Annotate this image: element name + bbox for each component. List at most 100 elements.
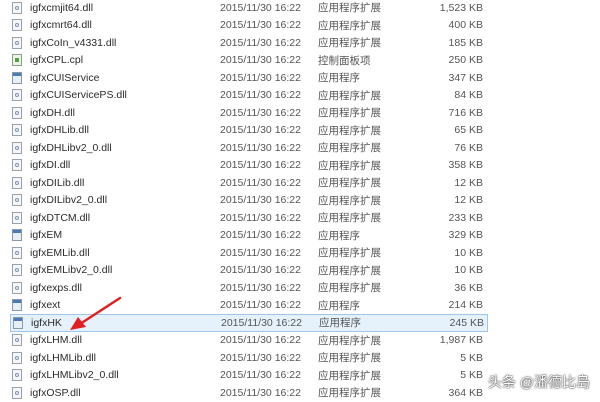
file-row[interactable]: igfxcmjit64.dll 2015/11/30 16:22 应用程序扩展 1,5…	[10, 0, 488, 17]
file-type: 应用程序扩展	[318, 334, 381, 347]
file-name[interactable]: igfxcmrt64.dll	[30, 19, 220, 31]
file-type: 应用程序扩展	[318, 124, 381, 137]
file-modified-date: 2015/11/30 16:22	[220, 36, 301, 49]
file-row[interactable]: igfxCUIServicePS.dll 2015/11/30 16:22 应用程序…	[10, 87, 488, 105]
file-name[interactable]: igfxCPL.cpl	[30, 54, 220, 66]
file-name[interactable]: igfxDHLib.dll	[30, 124, 220, 136]
file-row[interactable]: igfxCUIService 2015/11/30 16:22 应用程序 347 KB	[10, 69, 488, 87]
file-size: 10 KB	[454, 264, 483, 277]
file-size: 347 KB	[448, 71, 483, 84]
file-row[interactable]: igfxLHM.dll 2015/11/30 16:22 应用程序扩展 1,987 K…	[10, 332, 488, 350]
file-modified-date: 2015/11/30 16:22	[220, 159, 301, 172]
file-size: 76 KB	[454, 141, 483, 154]
control-panel-icon	[12, 54, 22, 67]
file-name[interactable]: igfxDILibv2_0.dll	[30, 194, 220, 206]
dll-file-icon	[12, 1, 22, 14]
file-type: 应用程序扩展	[318, 212, 381, 225]
dll-file-icon	[12, 141, 22, 154]
dll-file-icon	[12, 369, 22, 382]
file-type: 应用程序扩展	[318, 264, 381, 277]
file-size: 245 KB	[449, 316, 484, 329]
file-size: 233 KB	[448, 211, 483, 224]
file-type: 应用程序扩展	[318, 107, 381, 120]
file-modified-date: 2015/11/30 16:22	[220, 351, 301, 364]
file-size: 84 KB	[454, 89, 483, 102]
file-row[interactable]: igfxOSP.dll 2015/11/30 16:22 应用程序扩展 364 KB	[10, 384, 488, 402]
application-icon	[12, 71, 22, 84]
file-name[interactable]: igfxCUIService	[30, 72, 220, 84]
file-name[interactable]: igfxDHLibv2_0.dll	[30, 142, 220, 154]
file-row[interactable]: igfxCoIn_v4331.dll 2015/11/30 16:22 应用程序扩展…	[10, 34, 488, 52]
file-size: 12 KB	[454, 194, 483, 207]
file-name[interactable]: igfxDILib.dll	[30, 177, 220, 189]
file-modified-date: 2015/11/30 16:22	[220, 334, 301, 347]
file-name[interactable]: igfxexps.dll	[30, 282, 220, 294]
dll-file-icon	[12, 194, 22, 207]
file-name[interactable]: igfxOSP.dll	[30, 387, 220, 399]
file-row[interactable]: igfxDHLib.dll 2015/11/30 16:22 应用程序扩展 65 KB	[10, 122, 488, 140]
file-name[interactable]: igfxEM	[30, 229, 220, 241]
file-name[interactable]: igfxHK	[31, 317, 221, 329]
file-size: 250 KB	[448, 54, 483, 67]
file-modified-date: 2015/11/30 16:22	[220, 229, 301, 242]
file-row[interactable]: igfxDHLibv2_0.dll 2015/11/30 16:22 应用程序扩展 7…	[10, 139, 488, 157]
file-modified-date: 2015/11/30 16:22	[220, 71, 301, 84]
file-modified-date: 2015/11/30 16:22	[220, 54, 301, 67]
file-size: 1,987 KB	[439, 334, 483, 347]
file-row[interactable]: igfxCPL.cpl 2015/11/30 16:22 控制面板项 250 KB	[10, 52, 488, 70]
file-modified-date: 2015/11/30 16:22	[220, 281, 301, 294]
file-type: 控制面板项	[318, 54, 371, 67]
dll-file-icon	[12, 246, 22, 259]
file-name[interactable]: igfxCoIn_v4331.dll	[30, 37, 220, 49]
file-row[interactable]: igfxDI.dll 2015/11/30 16:22 应用程序扩展 358 KB	[10, 157, 488, 175]
file-modified-date: 2015/11/30 16:22	[220, 19, 301, 32]
file-type: 应用程序	[318, 299, 360, 312]
file-name[interactable]: igfxLHM.dll	[30, 334, 220, 346]
dll-file-icon	[12, 106, 22, 119]
file-type: 应用程序扩展	[318, 19, 381, 32]
file-row[interactable]: igfxDILib.dll 2015/11/30 16:22 应用程序扩展 12 KB	[10, 174, 488, 192]
file-name[interactable]: igfxDI.dll	[30, 159, 220, 171]
file-modified-date: 2015/11/30 16:22	[220, 211, 301, 224]
dll-file-icon	[12, 281, 22, 294]
file-modified-date: 2015/11/30 16:22	[220, 124, 301, 137]
file-size: 358 KB	[448, 159, 483, 172]
dll-file-icon	[12, 264, 22, 277]
file-size: 10 KB	[454, 246, 483, 259]
file-name[interactable]: igfxDH.dll	[30, 107, 220, 119]
dll-file-icon	[12, 124, 22, 137]
file-name[interactable]: igfxLHMLibv2_0.dll	[30, 369, 220, 381]
file-name[interactable]: igfxcmjit64.dll	[30, 2, 220, 14]
file-type: 应用程序扩展	[318, 247, 381, 260]
file-size: 65 KB	[454, 124, 483, 137]
file-row[interactable]: igfxDTCM.dll 2015/11/30 16:22 应用程序扩展 233 KB	[10, 209, 488, 227]
file-size: 1,523 KB	[439, 1, 483, 14]
file-modified-date: 2015/11/30 16:22	[220, 369, 301, 382]
file-size: 364 KB	[448, 386, 483, 399]
watermark: 头条 @潘德比岛	[487, 374, 590, 390]
file-size: 185 KB	[448, 36, 483, 49]
file-size: 329 KB	[448, 229, 483, 242]
file-name[interactable]: igfxEMLib.dll	[30, 247, 220, 259]
file-size: 5 KB	[460, 369, 483, 382]
file-row[interactable]: igfxEMLibv2_0.dll 2015/11/30 16:22 应用程序扩展 1…	[10, 262, 488, 280]
file-row[interactable]: igfxDH.dll 2015/11/30 16:22 应用程序扩展 716 KB	[10, 104, 488, 122]
file-row[interactable]: igfxLHMLibv2_0.dll 2015/11/30 16:22 应用程序扩展…	[10, 367, 488, 385]
file-size: 400 KB	[448, 19, 483, 32]
file-name[interactable]: igfxCUIServicePS.dll	[30, 89, 220, 101]
file-type: 应用程序	[319, 317, 361, 330]
file-row[interactable]: igfxcmrt64.dll 2015/11/30 16:22 应用程序扩展 400 …	[10, 17, 488, 35]
application-icon	[12, 299, 22, 312]
file-type: 应用程序	[318, 72, 360, 85]
file-type: 应用程序扩展	[318, 194, 381, 207]
file-name[interactable]: igfxEMLibv2_0.dll	[30, 264, 220, 276]
file-type: 应用程序扩展	[318, 89, 381, 102]
file-row[interactable]: igfxDILibv2_0.dll 2015/11/30 16:22 应用程序扩展 1…	[10, 192, 488, 210]
file-row[interactable]: igfxLHMLib.dll 2015/11/30 16:22 应用程序扩展 5 KB	[10, 349, 488, 367]
file-name[interactable]: igfxLHMLib.dll	[30, 352, 220, 364]
file-row[interactable]: igfxEMLib.dll 2015/11/30 16:22 应用程序扩展 10 KB	[10, 244, 488, 262]
file-name[interactable]: igfxDTCM.dll	[30, 212, 220, 224]
file-type: 应用程序扩展	[318, 159, 381, 172]
file-type: 应用程序扩展	[318, 369, 381, 382]
file-row[interactable]: igfxEM 2015/11/30 16:22 应用程序 329 KB	[10, 227, 488, 245]
